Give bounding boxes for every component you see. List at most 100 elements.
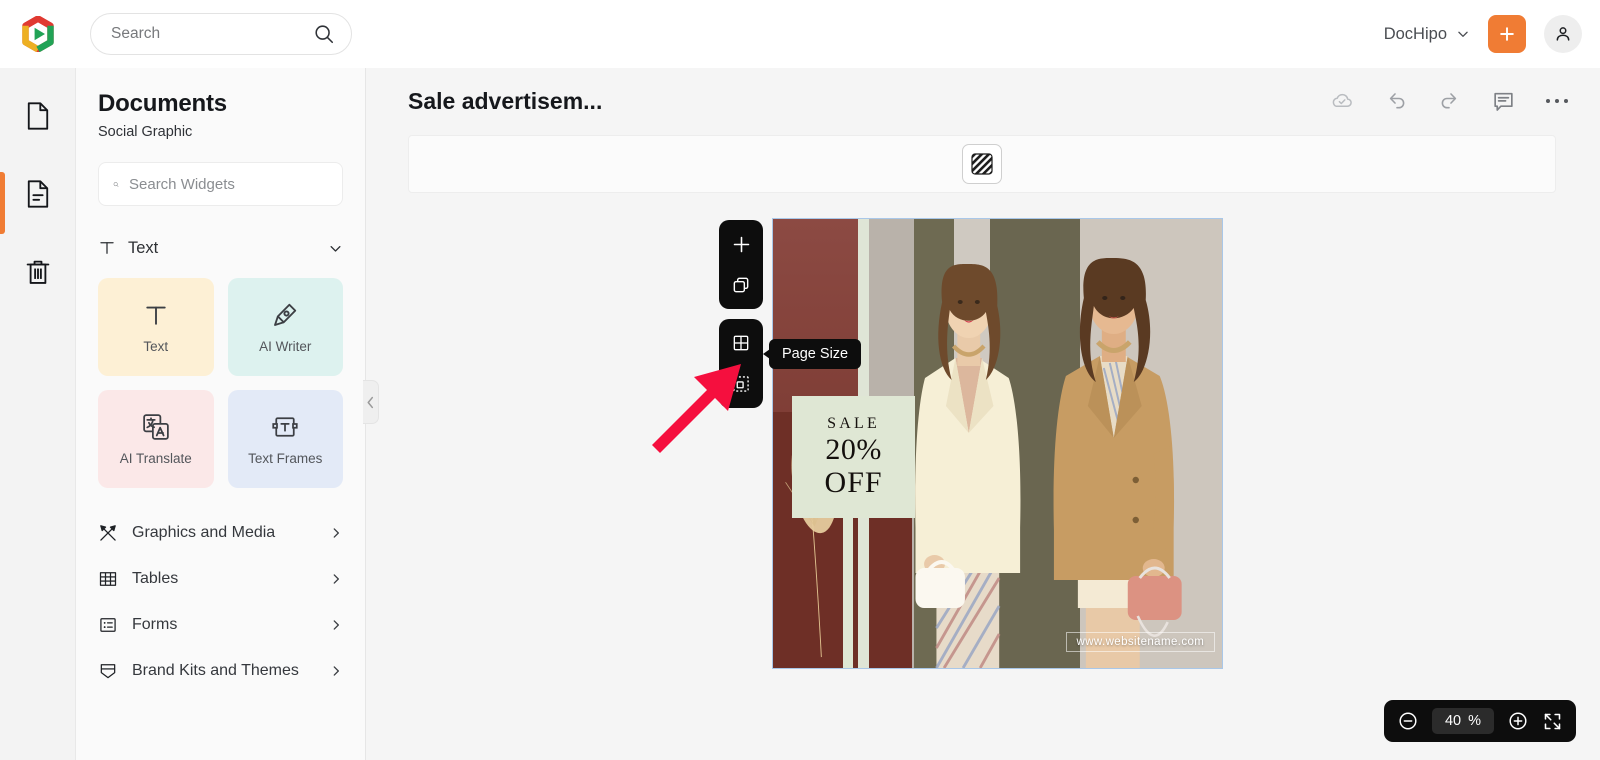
sidebar-item-graphics-and-media[interactable]: Graphics and Media [98, 510, 343, 556]
user-avatar-icon [1556, 27, 1570, 41]
document-actions [1329, 88, 1570, 114]
widget-card-label: AI Translate [119, 451, 192, 466]
search-widgets-input[interactable] [129, 175, 328, 193]
widget-card-ai-writer[interactable]: AI Writer [227, 278, 343, 376]
more-options-button[interactable] [1544, 97, 1570, 105]
background-toolbar [408, 135, 1556, 193]
cloud-check-icon [1332, 93, 1352, 107]
widgets-panel: Documents Social Graphic Text [76, 68, 366, 760]
widget-search[interactable] [98, 162, 343, 206]
sale-sign[interactable]: SALE 20% OFF [791, 396, 916, 518]
chevron-right-icon [333, 666, 339, 676]
redo-button[interactable] [1437, 88, 1463, 114]
zoom-level[interactable]: 40 % [1432, 708, 1494, 734]
widget-card-grid: Text AI Writer AI Translate Text Frames [98, 278, 343, 488]
grid-layout-icon [733, 335, 749, 351]
chevron-right-icon [333, 620, 339, 630]
dochipo-editor-app: DocHipo [0, 0, 1600, 760]
background-pattern-button[interactable] [962, 144, 1002, 184]
menu-label: Forms [132, 616, 178, 633]
sidebar-item-documents[interactable] [0, 168, 76, 234]
translate-icon [143, 414, 169, 440]
editor-stage: Sale advertisem... Page Size SALE 20% OF… [366, 68, 1600, 760]
topbar-right-actions: DocHipo [1384, 15, 1600, 53]
trash-icon [26, 260, 49, 284]
section-text-header[interactable]: Text [98, 228, 343, 268]
chevron-down-icon[interactable] [328, 241, 343, 256]
chevron-left-icon [367, 396, 374, 408]
menu-label: Graphics and Media [132, 524, 276, 541]
zoom-value: 40 [1444, 713, 1462, 729]
sidebar-item-brand-kits-and-themes[interactable]: Brand Kits and Themes [98, 648, 343, 694]
add-page-button[interactable] [726, 229, 756, 259]
menu-label: Tables [132, 570, 179, 587]
widget-card-label: AI Writer [259, 339, 312, 354]
page-tools [719, 220, 763, 408]
zoom-unit: % [1468, 713, 1482, 729]
brand-selector[interactable]: DocHipo [1384, 25, 1470, 44]
document-type-label: Social Graphic [98, 124, 193, 140]
widget-card-label: Text [143, 339, 169, 354]
page-tools-group-two [719, 319, 763, 408]
page-title: Documents [98, 90, 227, 117]
widget-card-ai-translate[interactable]: AI Translate [98, 390, 214, 488]
off-label: OFF [824, 465, 883, 499]
page-size-button[interactable] [726, 369, 756, 399]
zoom-out-button[interactable] [1397, 710, 1419, 732]
sale-label: SALE [827, 415, 880, 433]
text-t-icon [146, 306, 166, 325]
app-logo[interactable] [0, 16, 76, 52]
pen-nib-icon [274, 303, 297, 326]
text-frame-icon [272, 417, 298, 437]
top-bar: DocHipo [0, 0, 1600, 68]
search-input[interactable] [111, 25, 313, 43]
sidebar-item-pages[interactable] [0, 90, 76, 142]
page-grid-button[interactable] [726, 328, 756, 358]
ellipsis-icon [1546, 99, 1568, 103]
website-tag: www.websitename.com [1065, 631, 1216, 652]
panel-collapse-handle[interactable] [363, 380, 379, 424]
design-canvas[interactable]: SALE 20% OFF www.websitename.com [772, 218, 1223, 669]
document-title[interactable]: Sale advertisem... [408, 88, 602, 115]
chevron-right-icon [333, 574, 339, 584]
expand-fullscreen-icon [1544, 713, 1561, 729]
copy-pages-icon [733, 277, 749, 293]
account-button[interactable] [1544, 15, 1582, 53]
search-icon[interactable] [313, 23, 335, 45]
widget-card-text[interactable]: Text [98, 278, 214, 376]
minus-circle-icon [1399, 712, 1417, 730]
dochipo-hexagon-logo-icon [22, 16, 54, 52]
discount-value: 20% [825, 433, 882, 467]
widget-card-label: Text Frames [248, 451, 323, 466]
blank-page-icon [27, 102, 48, 130]
text-t-icon [100, 242, 114, 254]
chevron-right-icon [333, 528, 339, 538]
redo-arrow-icon [1441, 93, 1457, 109]
undo-button[interactable] [1383, 88, 1409, 114]
diagonal-stripes-pattern-icon [971, 153, 993, 175]
sale-sign-stem [843, 517, 854, 668]
table-grid-icon [99, 572, 117, 586]
sidebar-item-trash[interactable] [0, 246, 76, 298]
create-new-button[interactable] [1488, 15, 1526, 53]
sidebar-item-forms[interactable]: Forms [98, 602, 343, 648]
duplicate-page-button[interactable] [726, 270, 756, 300]
menu-label: Brand Kits and Themes [132, 662, 299, 679]
plus-icon [733, 236, 749, 252]
page-size-dashed-icon [733, 376, 749, 392]
page-tools-group-one [719, 220, 763, 309]
zoom-in-button[interactable] [1507, 710, 1529, 732]
widget-card-text-frames[interactable]: Text Frames [227, 390, 343, 488]
page-size-tooltip: Page Size [762, 339, 862, 369]
global-search[interactable] [90, 13, 352, 55]
comment-icon [1494, 92, 1513, 111]
form-icon [100, 618, 116, 632]
sidebar-item-tables[interactable]: Tables [98, 556, 343, 602]
search-icon [113, 181, 119, 187]
zoom-controls: 40 % [1384, 700, 1576, 742]
widget-category-list: Graphics and Media Tables Forms Brand Ki… [98, 510, 343, 694]
brand-label: DocHipo [1383, 24, 1447, 43]
comments-button[interactable] [1491, 89, 1516, 114]
cloud-saved-button[interactable] [1329, 88, 1355, 114]
fullscreen-button[interactable] [1542, 711, 1563, 732]
